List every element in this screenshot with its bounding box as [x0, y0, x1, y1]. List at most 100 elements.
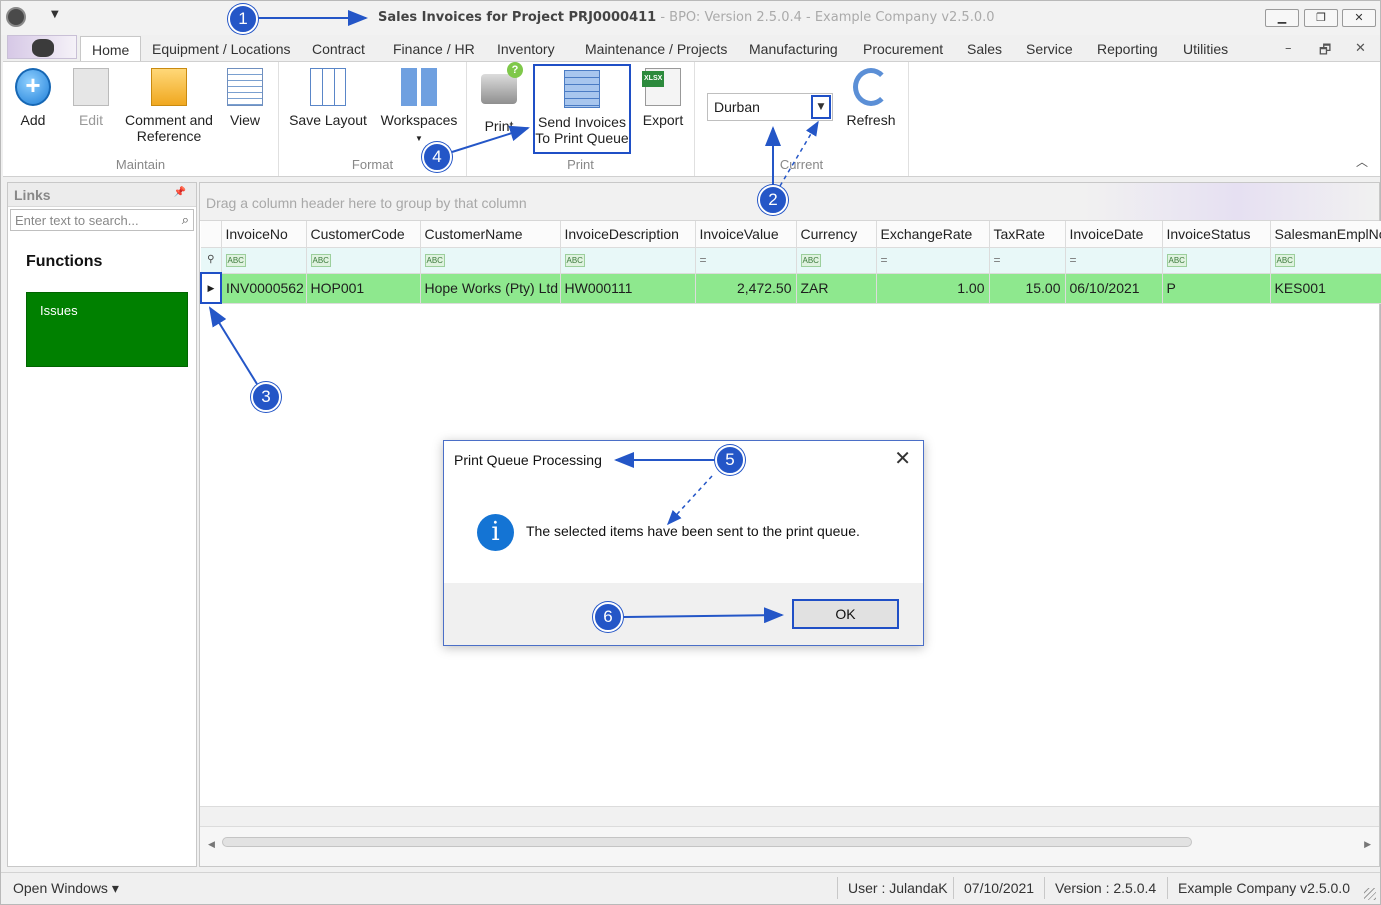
- filter-cell[interactable]: ABC: [1270, 247, 1381, 274]
- scroll-left-icon[interactable]: ◀: [208, 840, 215, 850]
- tab-home[interactable]: Home: [80, 36, 142, 62]
- close-button[interactable]: ✕: [1342, 9, 1376, 27]
- send-invoices-to-print-queue-button[interactable]: Send Invoices To Print Queue: [533, 64, 631, 154]
- app-logo-icon[interactable]: [6, 7, 26, 27]
- maximize-button[interactable]: ❐: [1304, 9, 1338, 27]
- column-header[interactable]: InvoiceValue: [695, 221, 797, 248]
- tab-contract[interactable]: Contract: [312, 41, 365, 57]
- add-button[interactable]: + Add: [13, 68, 53, 128]
- filter-cell[interactable]: ABC: [1162, 247, 1271, 274]
- filter-cell[interactable]: ABC: [221, 247, 307, 274]
- links-header: Links 📌: [8, 183, 196, 207]
- dialog-close-icon[interactable]: ✕: [894, 448, 911, 468]
- cell-salesman-empl-no[interactable]: KES001: [1270, 273, 1381, 304]
- cell-invoice-value[interactable]: 2,472.50: [695, 273, 797, 304]
- column-header[interactable]: InvoiceDescription: [560, 221, 696, 248]
- search-icon[interactable]: ⌕: [182, 212, 189, 228]
- tab-maintenance-projects[interactable]: Maintenance / Projects: [585, 41, 727, 57]
- collapse-ribbon-icon[interactable]: ︿: [1356, 153, 1368, 170]
- grid-footer: [200, 806, 1379, 826]
- cell-tax-rate[interactable]: 15.00: [989, 273, 1066, 304]
- annotation-badge-2: 2: [758, 185, 788, 215]
- links-search-input[interactable]: Enter text to search... ⌕: [10, 209, 194, 231]
- note-icon: [151, 68, 187, 106]
- edit-button[interactable]: Edit: [71, 68, 111, 128]
- workspaces-button[interactable]: Workspaces ▼: [379, 68, 459, 147]
- app-menu-button[interactable]: [7, 35, 77, 59]
- table-row[interactable]: ▶ INV0000562 HOP001 Hope Works (Pty) Ltd…: [200, 272, 1381, 304]
- filter-cell[interactable]: ABC: [560, 247, 696, 274]
- status-divider: [837, 877, 838, 899]
- tab-finance-hr[interactable]: Finance / HR: [393, 41, 475, 57]
- tab-procurement[interactable]: Procurement: [863, 41, 943, 57]
- column-header[interactable]: TaxRate: [989, 221, 1066, 248]
- comment-label-line1: Comment and: [125, 112, 213, 128]
- scroll-right-icon[interactable]: ▶: [1364, 840, 1371, 850]
- text-filter-icon: ABC: [225, 253, 246, 267]
- tab-inventory[interactable]: Inventory: [497, 41, 555, 57]
- cell-invoice-description[interactable]: HW000111: [560, 273, 696, 304]
- filter-cell[interactable]: =: [1065, 247, 1163, 274]
- column-header[interactable]: InvoiceDate: [1065, 221, 1163, 248]
- tab-equipment-locations[interactable]: Equipment / Locations: [152, 41, 291, 57]
- filter-cell[interactable]: ABC: [420, 247, 561, 274]
- export-button[interactable]: XLSX Export: [641, 68, 685, 128]
- filter-cell[interactable]: ABC: [306, 247, 421, 274]
- column-header[interactable]: SalesmanEmplNo: [1270, 221, 1381, 248]
- cell-exchange-rate[interactable]: 1.00: [876, 273, 990, 304]
- column-header[interactable]: CustomerCode: [306, 221, 421, 248]
- branch-dropdown-button[interactable]: ▼: [811, 95, 831, 119]
- filter-cell[interactable]: =: [989, 247, 1066, 274]
- group-label-print: Print: [567, 157, 594, 172]
- mdi-minimize-button[interactable]: –: [1285, 41, 1292, 56]
- print-button[interactable]: ? Print: [479, 62, 523, 134]
- status-divider: [953, 877, 954, 899]
- print-queue-icon: [564, 70, 600, 108]
- tab-reporting[interactable]: Reporting: [1097, 41, 1158, 57]
- window-title: Sales Invoices for Project PRJ0000411 - …: [378, 10, 995, 25]
- issues-tile[interactable]: Issues: [26, 292, 188, 367]
- window-title-main: Sales Invoices for Project PRJ0000411: [378, 10, 657, 25]
- cell-customer-name[interactable]: Hope Works (Pty) Ltd: [420, 273, 561, 304]
- resize-grip-icon[interactable]: [1364, 888, 1376, 900]
- pin-icon[interactable]: 📌: [174, 187, 186, 198]
- title-bar: ▼ Sales Invoices for Project PRJ0000411 …: [1, 1, 1380, 35]
- minimize-button[interactable]: ▁: [1265, 9, 1299, 27]
- filter-cell[interactable]: =: [695, 247, 797, 274]
- cell-invoice-no[interactable]: INV0000562: [221, 273, 307, 304]
- mdi-restore-button[interactable]: 🗗: [1319, 41, 1331, 63]
- comment-and-reference-button[interactable]: Comment and Reference: [123, 68, 215, 144]
- cell-customer-code[interactable]: HOP001: [306, 273, 421, 304]
- row-indicator-arrow-icon[interactable]: ▶: [200, 272, 222, 304]
- functions-title: Functions: [26, 253, 103, 270]
- open-windows-button[interactable]: Open Windows ▾: [13, 880, 119, 897]
- horizontal-scrollbar[interactable]: ◀ ▶: [200, 826, 1379, 866]
- filter-cell[interactable]: ABC: [796, 247, 877, 274]
- column-header[interactable]: InvoiceNo: [221, 221, 307, 248]
- column-header[interactable]: ExchangeRate: [876, 221, 990, 248]
- tab-service[interactable]: Service: [1026, 41, 1073, 57]
- group-label-current: Current: [779, 157, 824, 172]
- annotation-badge-1: 1: [228, 4, 258, 34]
- column-header[interactable]: InvoiceStatus: [1162, 221, 1271, 248]
- mdi-close-button[interactable]: ✕: [1355, 41, 1366, 56]
- cell-currency[interactable]: ZAR: [796, 273, 877, 304]
- cell-invoice-status[interactable]: P: [1162, 273, 1271, 304]
- scrollbar-thumb[interactable]: [222, 837, 1192, 847]
- chevron-down-icon[interactable]: ▼: [51, 9, 59, 20]
- filter-cell[interactable]: =: [876, 247, 990, 274]
- annotation-badge-3: 3: [251, 382, 281, 412]
- tab-sales[interactable]: Sales: [967, 41, 1002, 57]
- tab-manufacturing[interactable]: Manufacturing: [749, 41, 838, 57]
- column-header[interactable]: Currency: [796, 221, 877, 248]
- group-by-panel[interactable]: Drag a column header here to group by th…: [200, 183, 1379, 221]
- ok-button[interactable]: OK: [792, 599, 899, 629]
- add-button-label: Add: [20, 112, 46, 128]
- refresh-button[interactable]: Refresh: [841, 68, 901, 128]
- view-button[interactable]: View: [225, 68, 265, 128]
- cell-invoice-date[interactable]: 06/10/2021: [1065, 273, 1163, 304]
- save-layout-button[interactable]: Save Layout: [287, 68, 369, 128]
- column-header[interactable]: CustomerName: [420, 221, 561, 248]
- tab-utilities[interactable]: Utilities: [1183, 41, 1228, 57]
- equals-filter-icon: =: [993, 253, 1001, 267]
